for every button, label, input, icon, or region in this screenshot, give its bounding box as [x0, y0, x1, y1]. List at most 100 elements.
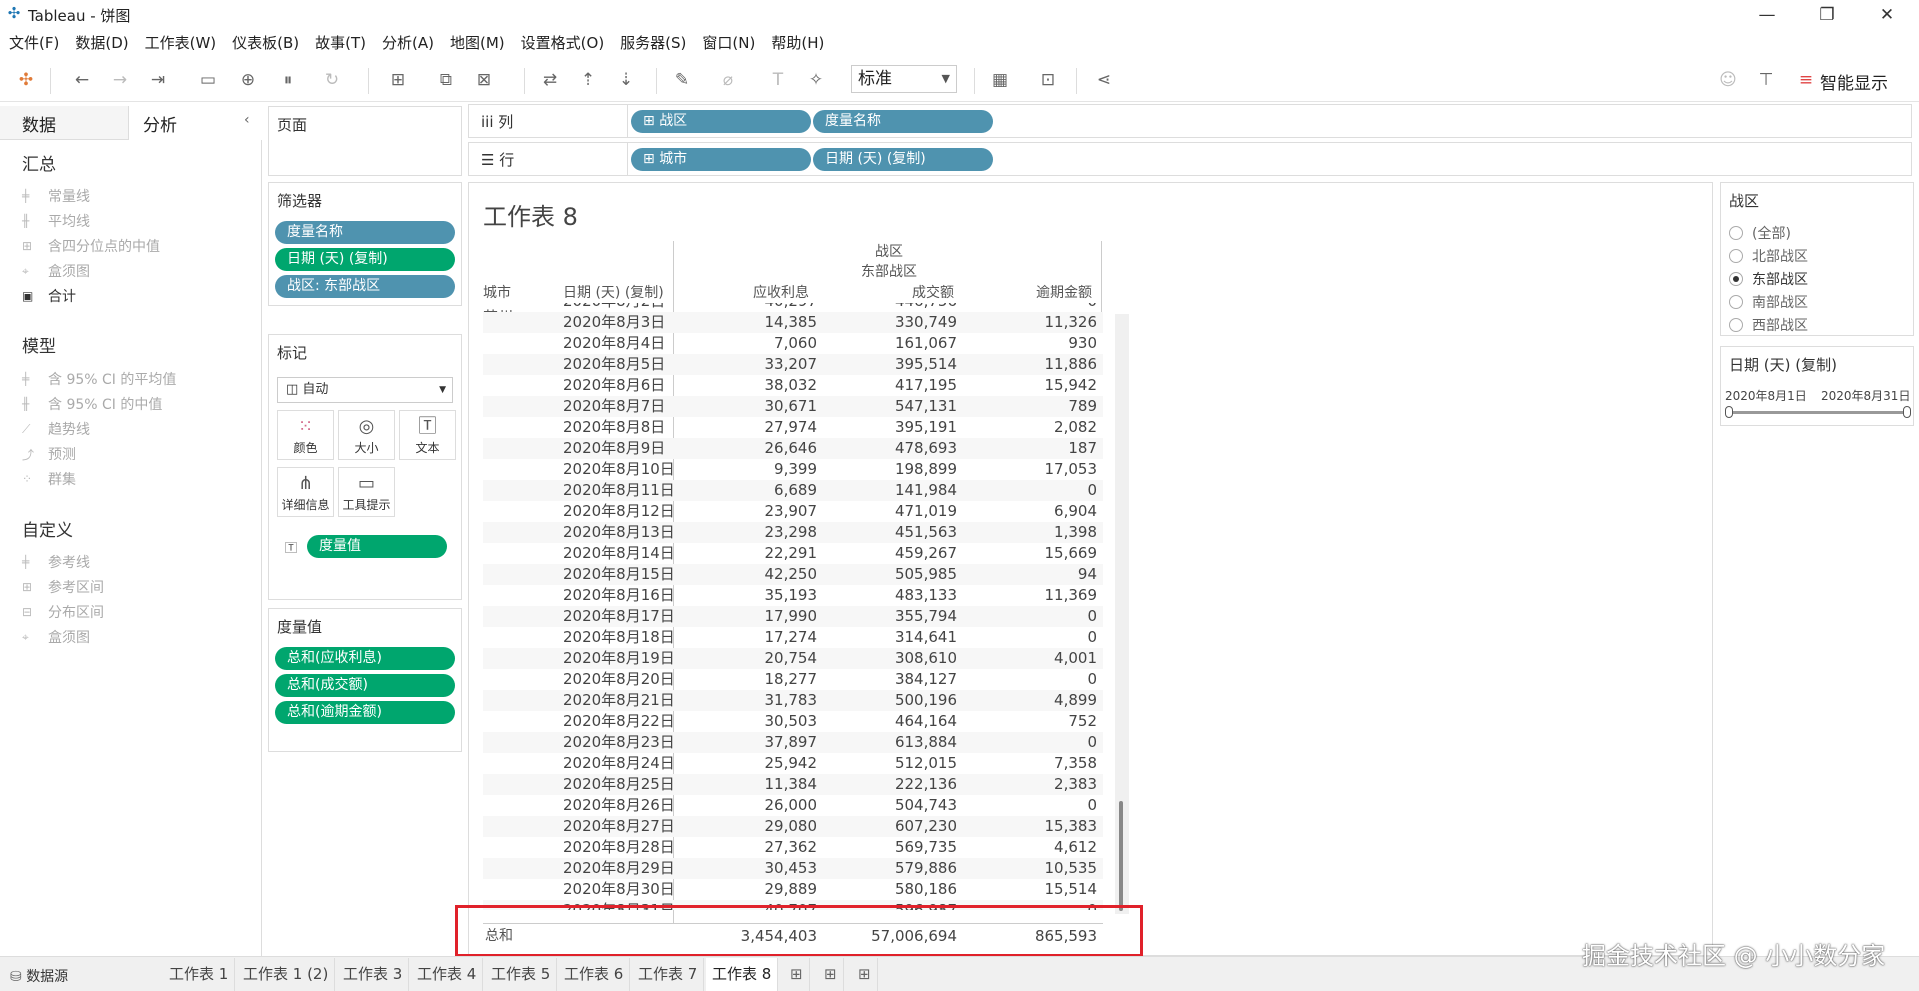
slider-handle-start[interactable]: [1725, 406, 1733, 418]
column-pill-measure-names[interactable]: 度量名称: [813, 110, 993, 133]
show-cards-icon[interactable]: ▦: [988, 69, 1012, 91]
marks-color-button[interactable]: ⁙ 颜色: [277, 410, 334, 460]
menu-story[interactable]: 故事(T): [315, 32, 366, 53]
sheet-tab-3[interactable]: 工作表 3: [337, 958, 410, 991]
menu-data[interactable]: 数据(D): [75, 32, 128, 53]
menu-window[interactable]: 窗口(N): [702, 32, 755, 53]
share-icon[interactable]: ⋖: [1092, 69, 1116, 91]
filter-pill-measure-names[interactable]: 度量名称: [275, 221, 455, 244]
menu-worksheet[interactable]: 工作表(W): [145, 32, 217, 53]
row-pill-city[interactable]: ⊞ 城市: [631, 148, 811, 171]
duplicate-sheet-icon[interactable]: ⧉: [434, 69, 458, 91]
minimize-icon[interactable]: —: [1744, 2, 1790, 28]
analytics-cluster[interactable]: ⁘ 群集: [22, 469, 76, 489]
filter-pill-date[interactable]: 日期 (天) (复制): [275, 248, 455, 271]
analytics-box-plot-custom[interactable]: ⌖ 盒须图: [22, 627, 90, 647]
new-dashboard-tab-icon[interactable]: ⊞: [818, 958, 844, 991]
show-labels-icon[interactable]: T: [766, 69, 790, 91]
region-option-north[interactable]: 北部战区: [1729, 246, 1808, 266]
analytics-reference-line[interactable]: ╪ 参考线: [22, 552, 90, 572]
tableau-home-icon[interactable]: ✣: [14, 69, 38, 91]
clear-sheet-icon[interactable]: ⊠: [472, 69, 496, 91]
restore-icon[interactable]: ❐: [1804, 2, 1850, 28]
sort-descending-icon[interactable]: ⇣: [614, 69, 638, 91]
menu-file[interactable]: 文件(F): [9, 32, 59, 53]
marks-detail-button[interactable]: ⋔ 详细信息: [277, 467, 334, 517]
presentation-mode-icon[interactable]: ⊡: [1036, 69, 1060, 91]
fit-select[interactable]: 标准 ▼: [851, 65, 957, 93]
detail-icon: ⋔: [297, 473, 314, 494]
sheet-tab-4[interactable]: 工作表 4: [411, 958, 484, 991]
analytics-forecast[interactable]: ⤴ 预测: [22, 444, 76, 464]
analytics-median-ci[interactable]: ╫ 含 95% CI 的中值: [22, 394, 162, 414]
rows-shelf[interactable]: ☰ 行 ⊞ 城市 日期 (天) (复制): [468, 142, 1912, 176]
filters-card[interactable]: 筛选器 度量名称 日期 (天) (复制) 战区: 东部战区: [268, 182, 462, 306]
measure-pill-overdue[interactable]: 总和(逾期金额): [275, 701, 455, 724]
redo-icon[interactable]: →: [108, 69, 132, 91]
analytics-trend-line[interactable]: ⟋ 趋势线: [22, 419, 90, 439]
pin-icon[interactable]: ⊤: [1754, 69, 1778, 91]
date-range-slider[interactable]: [1729, 411, 1907, 414]
sheet-tab-7[interactable]: 工作表 7: [632, 958, 705, 991]
sheet-tab-1[interactable]: 工作表 1: [163, 958, 236, 991]
menu-help[interactable]: 帮助(H): [771, 32, 824, 53]
marks-text-button[interactable]: 🅃 文本: [399, 410, 456, 460]
replace-data-icon[interactable]: ⇥: [146, 69, 170, 91]
close-icon[interactable]: ✕: [1864, 2, 1910, 28]
analytics-reference-band[interactable]: ⊞ 参考区间: [22, 577, 104, 597]
region-option-all[interactable]: (全部): [1729, 223, 1791, 243]
slider-handle-end[interactable]: [1903, 406, 1911, 418]
scrollbar-thumb[interactable]: [1119, 801, 1123, 911]
mark-type-select[interactable]: ◫ 自动 ▼: [277, 377, 453, 403]
analytics-average-line[interactable]: ╫ 平均线: [22, 211, 90, 231]
tab-analysis[interactable]: 分析: [143, 111, 177, 136]
pause-updates-icon[interactable]: ⏸: [276, 69, 300, 91]
tab-data[interactable]: 数据: [22, 111, 56, 136]
sheet-tab-8[interactable]: 工作表 8: [706, 958, 779, 991]
new-datasource-icon[interactable]: ⊕: [236, 69, 260, 91]
undo-icon[interactable]: ←: [70, 69, 94, 91]
analytics-avg-ci[interactable]: ╪ 含 95% CI 的平均值: [22, 369, 176, 389]
menu-format[interactable]: 设置格式(O): [521, 32, 605, 53]
datasource-tab[interactable]: ⛁ 数据源: [10, 966, 68, 986]
group-icon[interactable]: ⌀: [716, 69, 740, 91]
menu-dashboard[interactable]: 仪表板(B): [232, 32, 299, 53]
swap-rows-columns-icon[interactable]: ⇄: [538, 69, 562, 91]
new-worksheet-icon[interactable]: ⊞: [386, 69, 410, 91]
save-icon[interactable]: ▭: [196, 69, 220, 91]
menu-map[interactable]: 地图(M): [450, 32, 505, 53]
sort-ascending-icon[interactable]: ⇡: [576, 69, 600, 91]
smart-show-button[interactable]: 智能显示: [1820, 69, 1888, 94]
menu-server[interactable]: 服务器(S): [620, 32, 686, 53]
measure-pill-turnover[interactable]: 总和(成交额): [275, 674, 455, 697]
analytics-totals[interactable]: ▣ 合计: [22, 286, 76, 306]
sheet-tab-6[interactable]: 工作表 6: [558, 958, 631, 991]
smart-show-icon[interactable]: ≡: [1794, 69, 1818, 91]
sheet-tab-5[interactable]: 工作表 5: [485, 958, 558, 991]
ask-data-icon[interactable]: ☺: [1716, 69, 1740, 91]
marks-pill-measure-values[interactable]: 度量值: [307, 535, 447, 558]
sheet-tab-1-2[interactable]: 工作表 1 (2): [237, 958, 336, 991]
columns-shelf[interactable]: iii 列 ⊞ 战区 度量名称: [468, 104, 1912, 138]
analytics-box-plot[interactable]: ⌖ 盒须图: [22, 261, 90, 281]
pages-card[interactable]: 页面: [268, 106, 462, 176]
filter-pill-region[interactable]: 战区: 东部战区: [275, 275, 455, 298]
pin-axis-icon[interactable]: ✧: [804, 69, 828, 91]
measure-pill-interest[interactable]: 总和(应收利息): [275, 647, 455, 670]
region-option-south[interactable]: 南部战区: [1729, 292, 1808, 312]
row-pill-date[interactable]: 日期 (天) (复制): [813, 148, 993, 171]
new-story-tab-icon[interactable]: ⊞: [852, 958, 878, 991]
analytics-distribution-band[interactable]: ⊟ 分布区间: [22, 602, 104, 622]
menu-analysis[interactable]: 分析(A): [382, 32, 434, 53]
region-option-east[interactable]: 东部战区: [1729, 269, 1808, 289]
highlight-icon[interactable]: ✎: [670, 69, 694, 91]
analytics-median-quartiles[interactable]: ⊞ 含四分位点的中值: [22, 236, 160, 256]
marks-size-button[interactable]: ◎ 大小: [338, 410, 395, 460]
marks-tooltip-button[interactable]: ▭ 工具提示: [338, 467, 395, 517]
refresh-icon[interactable]: ↻: [320, 69, 344, 91]
analytics-constant-line[interactable]: ╪ 常量线: [22, 186, 90, 206]
column-pill-region[interactable]: ⊞ 战区: [631, 110, 811, 133]
new-worksheet-tab-icon[interactable]: ⊞: [784, 958, 810, 991]
collapse-pane-icon[interactable]: ‹: [244, 112, 250, 128]
region-option-west[interactable]: 西部战区: [1729, 315, 1808, 335]
